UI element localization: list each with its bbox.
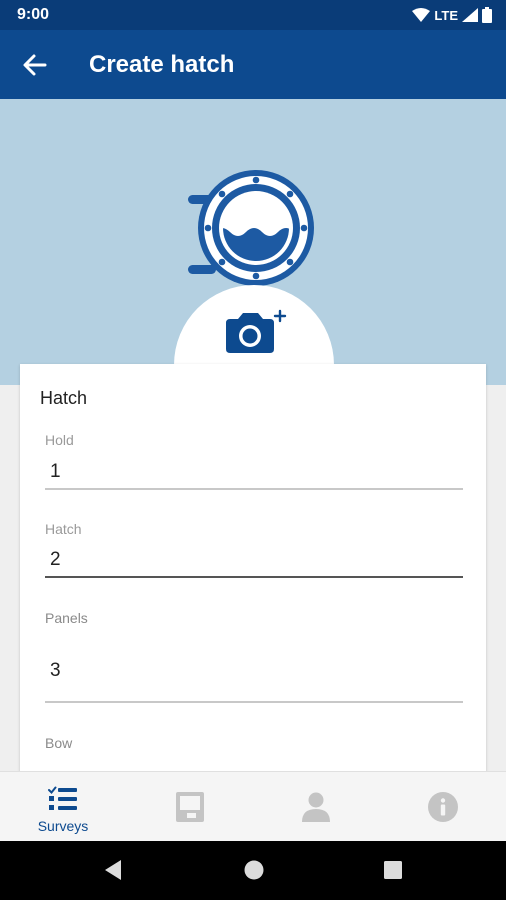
camera-plus-icon (226, 309, 287, 353)
status-bar: 9:00 LTE (0, 0, 506, 30)
hatch-label: Hatch (45, 521, 82, 537)
nav-hatch[interactable] (127, 772, 253, 842)
page-title: Create hatch (89, 51, 235, 78)
hold-value[interactable]: 1 (50, 461, 61, 483)
section-title: Hatch (40, 388, 88, 408)
hatch-value[interactable]: 2 (50, 549, 61, 571)
nav-surveys-label: Surveys (37, 818, 89, 834)
status-icons: LTE (412, 6, 492, 24)
hatch-field[interactable]: Hatch 2 (45, 514, 463, 584)
hold-underline (45, 488, 463, 490)
hatch-underline (45, 576, 463, 578)
panels-label: Panels (45, 610, 88, 626)
bottom-navigation: Surveys (0, 771, 506, 842)
bow-label: Bow (45, 735, 73, 751)
back-button[interactable] (20, 50, 50, 80)
hold-field[interactable]: Hold 1 (45, 424, 463, 494)
person-icon (302, 792, 330, 822)
recents-square-icon[interactable] (383, 859, 403, 881)
panels-value[interactable]: 3 (50, 660, 61, 682)
home-circle-icon[interactable] (243, 859, 265, 881)
porthole-icon (188, 170, 314, 286)
hatch-icon (176, 792, 204, 822)
app-bar: Create hatch (0, 30, 506, 99)
panels-underline (45, 701, 463, 703)
back-triangle-icon[interactable] (103, 859, 123, 881)
wifi-icon (412, 8, 431, 22)
hold-label: Hold (45, 432, 74, 448)
nav-profile[interactable] (253, 772, 379, 842)
panels-field[interactable]: Panels 3 (45, 604, 463, 704)
signal-icon (462, 8, 478, 22)
battery-icon (482, 7, 492, 23)
list-check-icon (48, 786, 77, 810)
arrow-left-icon (23, 54, 47, 76)
nav-surveys[interactable]: Surveys (0, 772, 126, 842)
info-icon (428, 792, 458, 822)
network-type: LTE (434, 7, 458, 23)
hatch-form-card: Hatch Hold 1 Hatch 2 Panels 3 Bow (20, 364, 486, 784)
nav-info[interactable] (380, 772, 506, 842)
status-time: 9:00 (17, 6, 50, 23)
system-navigation-bar (0, 841, 506, 900)
